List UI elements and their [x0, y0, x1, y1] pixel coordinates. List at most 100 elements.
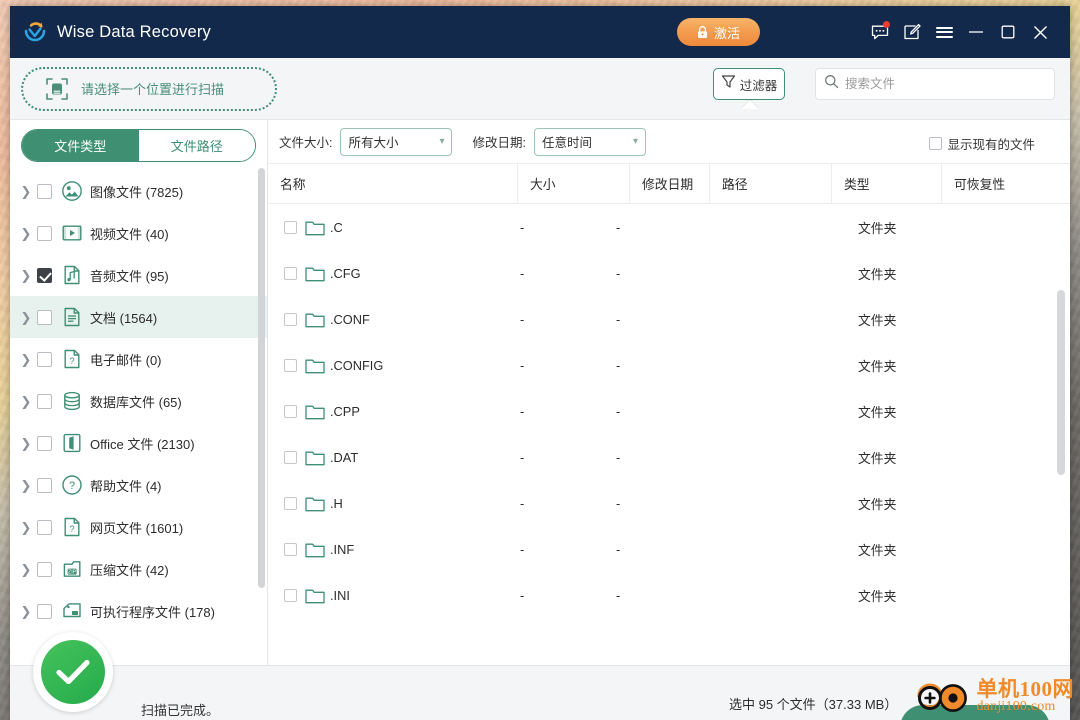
chevron-right-icon[interactable]: ❯	[19, 353, 33, 366]
zip-file-icon: ZIP	[61, 558, 83, 580]
row-checkbox[interactable]	[284, 496, 297, 510]
edit-icon[interactable]	[896, 15, 928, 49]
document-file-icon	[61, 306, 83, 328]
row-checkbox[interactable]	[284, 542, 297, 556]
recover-button[interactable]: 一键恢复	[900, 705, 1050, 720]
search-box[interactable]	[815, 68, 1055, 100]
row-type: 文件夹	[858, 450, 897, 466]
chevron-right-icon[interactable]: ❯	[19, 521, 33, 534]
row-checkbox[interactable]	[284, 450, 297, 464]
sidebar-item-office[interactable]: ❯ Office 文件 (2130)	[10, 422, 267, 464]
sidebar-scrollbar-thumb[interactable]	[258, 168, 265, 588]
table-row[interactable]: .CFG - - 文件夹	[268, 250, 1070, 296]
tree-checkbox[interactable]	[37, 351, 52, 367]
tree-checkbox[interactable]	[37, 519, 52, 535]
chevron-right-icon[interactable]: ❯	[19, 437, 33, 450]
svg-text:ZIP: ZIP	[68, 569, 77, 575]
modified-date-select[interactable]: 任意时间 ▾	[533, 127, 646, 156]
search-input[interactable]	[845, 77, 1046, 91]
filter-popover-caret	[741, 100, 759, 109]
tree-checkbox[interactable]	[37, 435, 52, 451]
drive-scan-icon	[45, 77, 69, 101]
message-icon[interactable]	[864, 15, 896, 49]
lock-icon	[697, 25, 708, 39]
activate-button[interactable]: 激活	[676, 18, 760, 46]
filter-button[interactable]: 过滤器	[713, 68, 785, 100]
row-checkbox[interactable]	[284, 266, 297, 280]
row-name: .H	[330, 495, 343, 511]
chevron-right-icon[interactable]: ❯	[19, 227, 33, 240]
tab-file-path[interactable]: 文件路径	[138, 130, 255, 161]
sidebar-item-executable[interactable]: ❯ 可执行程序文件 (178)	[10, 590, 267, 632]
sidebar-item-email[interactable]: ❯ ? 电子邮件 (0)	[10, 338, 267, 380]
chevron-right-icon[interactable]: ❯	[19, 563, 33, 576]
tree-checkbox[interactable]	[37, 225, 52, 241]
table-row[interactable]: .C - - 文件夹	[268, 204, 1070, 250]
table-row[interactable]: .INF - - 文件夹	[268, 526, 1070, 572]
filter-button-label: 过滤器	[739, 78, 778, 93]
maximize-icon[interactable]	[992, 15, 1024, 49]
sidebar-item-audio[interactable]: ❯ 音频文件 (95)	[10, 254, 267, 296]
row-modified-date: -	[616, 219, 621, 235]
sidebar-item-label: 电子邮件 (0)	[90, 352, 162, 368]
sidebar-item-label: 网页文件 (1601)	[90, 520, 184, 536]
help-file-icon: ?	[61, 474, 83, 496]
table-header-row: 名称 大小 修改日期 路径 类型 可恢复性	[268, 164, 1070, 204]
row-checkbox[interactable]	[284, 588, 297, 602]
row-checkbox[interactable]	[284, 220, 297, 234]
show-existing-files-checkbox[interactable]: 显示现有的文件	[929, 134, 1035, 153]
tree-checkbox[interactable]	[37, 477, 52, 493]
checkbox-box	[929, 137, 943, 150]
sidebar-item-document[interactable]: ❯ 文档 (1564)	[10, 296, 267, 338]
column-header-size[interactable]: 大小	[518, 164, 630, 203]
sidebar-item-label: 图像文件 (7825)	[90, 184, 184, 200]
minimize-icon[interactable]	[960, 15, 992, 49]
file-list-scrollbar-thumb[interactable]	[1057, 290, 1065, 475]
column-header-path[interactable]: 路径	[710, 164, 832, 203]
sidebar-item-video[interactable]: ❯ 视频文件 (40)	[10, 212, 267, 254]
tree-checkbox[interactable]	[37, 267, 52, 283]
chevron-right-icon[interactable]: ❯	[19, 395, 33, 408]
chevron-right-icon[interactable]: ❯	[19, 311, 33, 324]
chevron-right-icon[interactable]: ❯	[19, 185, 33, 198]
chevron-right-icon[interactable]: ❯	[19, 479, 33, 492]
table-row[interactable]: .H - - 文件夹	[268, 480, 1070, 526]
scan-location-label: 请选择一个位置进行扫描	[81, 82, 225, 97]
close-icon[interactable]	[1024, 15, 1056, 49]
tree-checkbox[interactable]	[37, 393, 52, 409]
table-row[interactable]: .INI - - 文件夹	[268, 572, 1070, 618]
column-header-modified-date[interactable]: 修改日期	[630, 164, 710, 203]
tree-checkbox[interactable]	[37, 561, 52, 577]
sidebar-item-database[interactable]: ❯ 数据库文件 (65)	[10, 380, 267, 422]
tab-file-type[interactable]: 文件类型	[22, 130, 139, 161]
row-checkbox[interactable]	[284, 358, 297, 372]
sidebar-item-label: 视频文件 (40)	[90, 226, 169, 242]
sidebar-item-web[interactable]: ❯ ? 网页文件 (1601)	[10, 506, 267, 548]
chevron-right-icon[interactable]: ❯	[19, 605, 33, 618]
column-header-recoverability[interactable]: 可恢复性	[942, 164, 1048, 203]
column-header-type[interactable]: 类型	[832, 164, 942, 203]
sidebar-item-help[interactable]: ❯ ? 帮助文件 (4)	[10, 464, 267, 506]
file-list-panel: 文件大小: 所有大小 ▾ 修改日期: 任意时间 ▾ 显示现有的文件 名称 大小	[268, 120, 1070, 665]
table-row[interactable]: .CPP - - 文件夹	[268, 388, 1070, 434]
sidebar-item-archive[interactable]: ❯ ZIP 压缩文件 (42)	[10, 548, 267, 590]
column-header-name[interactable]: 名称	[268, 164, 518, 203]
hamburger-menu-icon[interactable]	[928, 15, 960, 49]
tree-checkbox[interactable]	[37, 603, 52, 619]
sidebar-item-label: 音频文件 (95)	[90, 268, 169, 284]
row-checkbox[interactable]	[284, 404, 297, 418]
table-row[interactable]: .DAT - - 文件夹	[268, 434, 1070, 480]
sidebar-item-label: 数据库文件 (65)	[90, 394, 182, 410]
chevron-right-icon[interactable]: ❯	[19, 269, 33, 282]
tree-checkbox[interactable]	[37, 183, 52, 199]
sidebar: 文件类型 文件路径 ❯ 图像文件 (7825) ❯ 视频文件 (40) ❯ 音频…	[10, 120, 268, 665]
file-list-rows: .C - - 文件夹 .CFG - - 文件夹 .CONF - - 文件夹 .CONFIG - - 文件夹 .C…	[268, 204, 1070, 624]
sidebar-item-image[interactable]: ❯ 图像文件 (7825)	[10, 170, 267, 212]
row-checkbox[interactable]	[284, 312, 297, 326]
table-row[interactable]: .CONFIG - - 文件夹	[268, 342, 1070, 388]
tree-checkbox[interactable]	[37, 309, 52, 325]
row-name: .C	[330, 219, 343, 235]
file-size-select[interactable]: 所有大小 ▾	[340, 127, 453, 156]
scan-location-selector[interactable]: 请选择一个位置进行扫描	[21, 66, 277, 111]
table-row[interactable]: .CONF - - 文件夹	[268, 296, 1070, 342]
